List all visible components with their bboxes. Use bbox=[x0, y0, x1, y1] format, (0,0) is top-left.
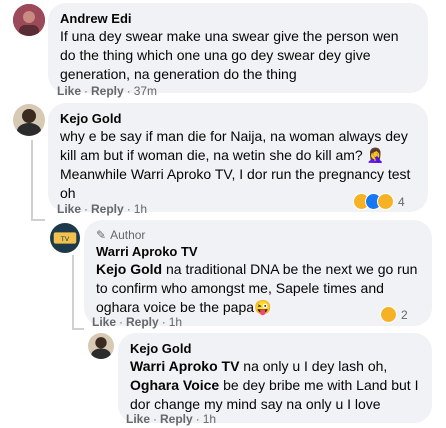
like-button[interactable]: Like bbox=[57, 84, 81, 98]
avatar[interactable] bbox=[88, 333, 114, 359]
comment-time[interactable]: 1h bbox=[169, 315, 182, 329]
mention-link[interactable]: Kejo Gold bbox=[96, 261, 162, 277]
reaction-count: 2 bbox=[401, 307, 408, 322]
avatar[interactable] bbox=[13, 4, 45, 36]
comment-actions: Like · Reply · 37m bbox=[57, 84, 158, 98]
comment-author[interactable]: Warri Aproko TV bbox=[96, 244, 420, 260]
like-button[interactable]: Like bbox=[57, 202, 81, 216]
comment-time[interactable]: 1h bbox=[203, 412, 216, 426]
reply-button[interactable]: Reply bbox=[126, 315, 159, 329]
reaction-summary[interactable]: 4 bbox=[353, 193, 405, 210]
comment-author[interactable]: Kejo Gold bbox=[60, 111, 416, 127]
like-button[interactable]: Like bbox=[126, 412, 150, 426]
pencil-icon: ✎ bbox=[96, 228, 107, 242]
comment-author[interactable]: Andrew Edi bbox=[60, 11, 416, 27]
comment-text: Warri Aproko TV na only u I dey lash oh,… bbox=[130, 357, 420, 414]
comment-text: If una dey swear make una swear give the… bbox=[60, 28, 399, 82]
mention-link[interactable]: Oghara Voice bbox=[130, 377, 219, 393]
comment-author[interactable]: Kejo Gold bbox=[130, 341, 420, 357]
comment-andrew-edi: Andrew Edi If una dey swear make una swe… bbox=[0, 0, 446, 100]
reply-button[interactable]: Reply bbox=[91, 84, 124, 98]
reaction-summary[interactable]: 2 bbox=[380, 306, 408, 323]
reply-button[interactable]: Reply bbox=[91, 202, 124, 216]
comment-time[interactable]: 37m bbox=[134, 84, 157, 98]
author-badge-label: Author bbox=[110, 228, 146, 242]
comment-actions: Like · Reply · 1h bbox=[126, 412, 217, 426]
comment-text: Kejo Gold na traditional DNA be the next… bbox=[96, 260, 420, 317]
comment-bubble: Andrew Edi If una dey swear make una swe… bbox=[48, 3, 428, 93]
reaction-count: 4 bbox=[398, 194, 405, 209]
comment-kejo-gold: Kejo Gold why e be say if man die for Na… bbox=[0, 100, 446, 216]
comment-body: na only u I dey lash oh, bbox=[239, 358, 388, 374]
avatar[interactable] bbox=[13, 104, 45, 136]
like-button[interactable]: Like bbox=[92, 315, 116, 329]
reply-warri-aproko-tv: TV ✎ Author Warri Aproko TV Kejo Gold na… bbox=[0, 215, 446, 330]
wow-icon bbox=[377, 193, 394, 210]
comment-text: why e be say if man die for Naija, na wo… bbox=[60, 128, 411, 201]
reply-kejo-gold: Kejo Gold Warri Aproko TV na only u I de… bbox=[0, 330, 446, 428]
haha-icon bbox=[380, 306, 397, 323]
comment-bubble: Kejo Gold Warri Aproko TV na only u I de… bbox=[118, 333, 432, 423]
reply-button[interactable]: Reply bbox=[160, 412, 193, 426]
comment-actions: Like · Reply · 1h bbox=[92, 315, 183, 329]
comment-time[interactable]: 1h bbox=[134, 202, 147, 216]
svg-text:TV: TV bbox=[60, 235, 70, 243]
author-badge: ✎ Author bbox=[96, 228, 420, 242]
avatar[interactable]: TV bbox=[50, 223, 80, 253]
mention-link[interactable]: Warri Aproko TV bbox=[130, 358, 239, 374]
